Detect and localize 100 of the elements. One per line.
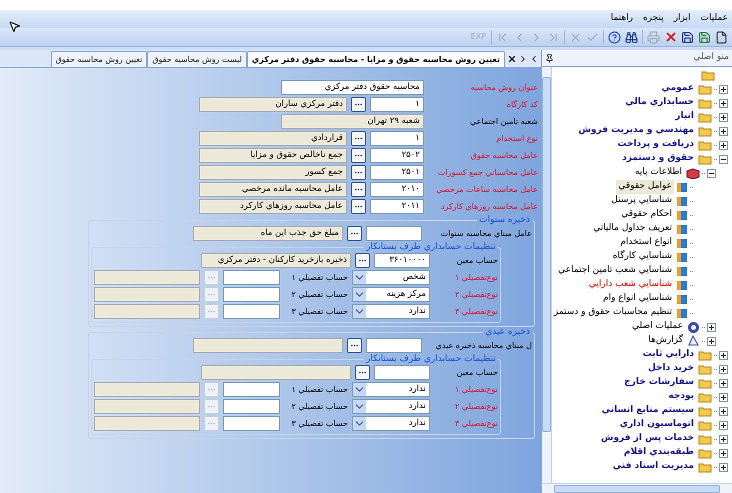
dropdown[interactable]: شخص — [352, 270, 430, 285]
account-field[interactable] — [222, 304, 280, 319]
horizontal-scrollbar[interactable] — [542, 483, 732, 493]
lookup-button[interactable] — [350, 182, 366, 197]
field-label: حساب معين — [456, 254, 498, 266]
expand-icon[interactable] — [719, 112, 728, 122]
collapse-icon[interactable] — [719, 154, 728, 164]
lookup-button[interactable] — [350, 97, 366, 112]
tree-item[interactable]: سيستم منابع انساني — [600, 404, 696, 418]
lookup-button[interactable] — [350, 131, 366, 146]
account-field[interactable] — [222, 399, 280, 414]
menu-item[interactable]: پنجره — [642, 12, 664, 26]
field-label: حساب تفصيلي ۱ — [290, 272, 348, 284]
tree-item[interactable]: شناسايي پرسنل — [609, 194, 674, 208]
field-label: عنوان روش محاسبه — [470, 82, 538, 94]
tree-item[interactable]: بودجه — [666, 390, 696, 404]
tab[interactable]: ليست روش محاسبه حقوق — [147, 51, 247, 67]
pin-icon[interactable] — [544, 54, 554, 62]
expand-icon[interactable] — [707, 336, 716, 346]
expand-icon[interactable] — [719, 462, 728, 472]
tree-item[interactable]: شناسايي کارگاه — [610, 250, 674, 264]
tree-item[interactable]: مهندسي و مديريت فروش — [576, 124, 696, 138]
lookup-button[interactable] — [354, 365, 370, 380]
tree-item[interactable]: تعريف جداول مالياتي — [591, 222, 674, 236]
expand-icon[interactable] — [719, 420, 728, 430]
expand-icon[interactable] — [719, 98, 728, 108]
tree-item[interactable]: اتوماسيون اداري — [618, 418, 696, 432]
expand-icon[interactable] — [719, 140, 728, 150]
tab[interactable]: تعيين روش محاسبه حقوق — [50, 51, 148, 67]
expand-icon[interactable] — [719, 126, 728, 136]
lookup-button[interactable] — [354, 253, 370, 268]
menu-item[interactable]: راهنما — [610, 12, 633, 26]
expand-icon[interactable] — [719, 364, 728, 374]
lookup-button[interactable] — [346, 338, 362, 353]
code-field[interactable]: ۳۶۰۱۰۰۰۰ — [374, 253, 430, 268]
tree-item[interactable]: حقوق و دستمزد — [620, 152, 696, 166]
tree-item[interactable]: عمليات اصلي — [630, 320, 685, 334]
lookup-button[interactable] — [346, 226, 362, 241]
lookup-button[interactable] — [350, 199, 366, 214]
mouse-cursor-icon — [8, 20, 21, 33]
tree-item[interactable]: احکام حقوقي — [619, 208, 674, 222]
expand-icon[interactable] — [719, 392, 728, 402]
account-field[interactable] — [222, 416, 280, 431]
dropdown[interactable]: ندارد — [352, 399, 430, 414]
expand-icon[interactable] — [719, 378, 728, 388]
expand-icon[interactable] — [719, 350, 728, 360]
tree-item[interactable]: عوامل حقوقي — [616, 180, 674, 194]
tree-item[interactable]: دارايي ثابت — [640, 348, 696, 362]
lookup-button[interactable] — [350, 148, 366, 163]
tab[interactable]: تعيين روش محاسبه حقوق و مزايا - محاسبه حقوق دفتر مرکزي — [246, 51, 505, 67]
tree-item[interactable]: طبقه‌بندي اقلام — [622, 446, 696, 460]
expand-icon[interactable] — [719, 434, 728, 444]
code-field[interactable]: ۱ — [370, 97, 424, 112]
tree-item[interactable]: عمومي — [659, 82, 696, 96]
code-field[interactable] — [366, 338, 422, 353]
vertical-scrollbar[interactable] — [542, 67, 552, 483]
text-field[interactable]: محاسبه حقوق دفتر مرکزي — [280, 80, 424, 95]
expand-icon[interactable] — [719, 406, 728, 416]
field-label: عامل محاسبه روزهاي کارکرد — [440, 200, 538, 212]
description-field: جمع کسور — [198, 165, 347, 180]
code-field[interactable] — [374, 365, 430, 380]
tree-item[interactable]: انواع استخدام — [618, 236, 674, 250]
code-field[interactable]: ۲۰۱۰ — [370, 182, 424, 197]
help-icon[interactable] — [606, 28, 623, 46]
menu-item[interactable]: ابزار — [674, 12, 691, 26]
description-field: جمع ناخالص حقوق و مزايا — [198, 148, 347, 163]
tree-item[interactable]: اطلاعات پايه — [632, 166, 684, 180]
menu-item[interactable]: عمليات — [700, 12, 728, 26]
code-field[interactable] — [366, 226, 422, 241]
tree-item[interactable]: سفارشات خارج — [622, 376, 696, 390]
tree-item[interactable]: خدمات پس از فروش — [599, 432, 696, 446]
collapse-icon[interactable] — [707, 168, 716, 178]
dropdown[interactable]: مرکز هزينه — [352, 287, 430, 302]
lookup-button[interactable] — [350, 165, 366, 180]
tree-item[interactable]: شناسايي انواع وام — [601, 292, 674, 306]
account-field[interactable] — [222, 270, 280, 285]
expand-icon[interactable] — [719, 84, 728, 94]
account-field[interactable] — [222, 287, 280, 302]
close-icon[interactable] — [506, 54, 517, 64]
description-field: عامل محاسبه روزهاي کارکرد — [198, 199, 347, 214]
tree-item[interactable]: شناسايي شعب تامين اجتماعي — [556, 264, 674, 278]
code-field[interactable]: ۲۵۰۲ — [370, 148, 424, 163]
account-field[interactable] — [222, 382, 280, 397]
tree-item[interactable]: شناسايي شعب دارايي — [586, 278, 674, 292]
tree-item[interactable]: دريافت و پرداخت — [615, 138, 696, 152]
tree-item[interactable]: تنظيم محاسبات حقوق و دستمز — [552, 306, 674, 320]
dropdown[interactable]: ندارد — [352, 382, 430, 397]
code-field[interactable]: ۱ — [370, 131, 424, 146]
tree-item[interactable]: خريد داخل — [646, 362, 696, 376]
folder-icon — [701, 70, 715, 80]
tree-item[interactable]: مديريت اسناد فني — [610, 460, 696, 474]
expand-icon[interactable] — [707, 322, 716, 332]
tree-item[interactable]: انبار — [673, 110, 696, 124]
expand-icon[interactable] — [719, 448, 728, 458]
dropdown[interactable]: ندارد — [352, 416, 430, 431]
code-field[interactable]: ۲۵۰۱ — [370, 165, 424, 180]
tree-item[interactable]: گزارش‌ها — [646, 334, 685, 348]
tree-item[interactable]: حسابداري مالي — [623, 96, 696, 110]
code-field[interactable]: ۲۰۱۱ — [370, 199, 424, 214]
dropdown[interactable]: ندارد — [352, 304, 430, 319]
